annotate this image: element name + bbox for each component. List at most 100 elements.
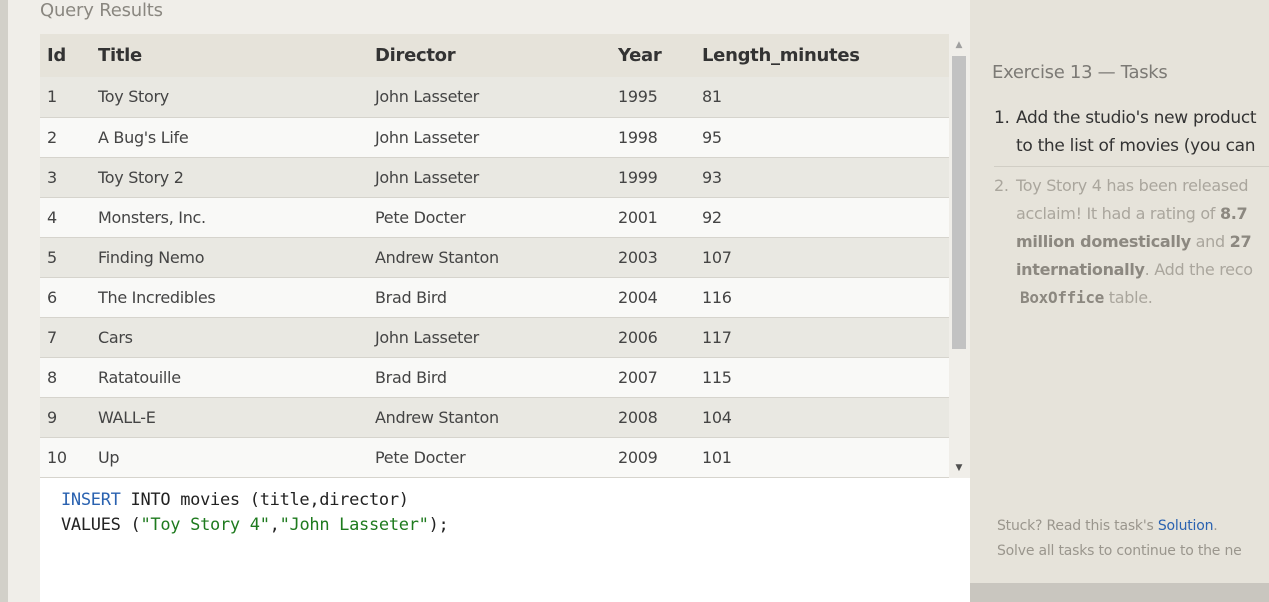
sql-text: );: [428, 515, 449, 535]
solve-all-hint: Solve all tasks to continue to the ne: [997, 543, 1242, 559]
solution-link[interactable]: Solution: [1158, 518, 1214, 534]
task-text: . Add the reco: [1144, 260, 1253, 279]
cell-year: 2004: [618, 287, 658, 307]
task-text-line: BoxOffice table.: [1016, 284, 1269, 312]
cell-director: John Lasseter: [375, 87, 479, 107]
cell-year: 2001: [618, 207, 658, 227]
task-bold-text: 27: [1229, 232, 1252, 251]
table-row: 9 WALL-E Andrew Stanton 2008 104: [40, 397, 949, 437]
task-number: 1.: [994, 108, 1010, 128]
cell-length: 92: [702, 207, 722, 227]
cell-title: Up: [98, 447, 120, 467]
column-header-id: Id: [47, 45, 66, 66]
column-header-year: Year: [618, 45, 662, 66]
cell-title: A Bug's Life: [98, 127, 189, 147]
cell-title: Cars: [98, 327, 133, 347]
exercise-title: Exercise 13 — Tasks: [992, 62, 1168, 83]
cell-director: Brad Bird: [375, 367, 447, 387]
sql-text: VALUES (: [61, 515, 141, 535]
column-header-title: Title: [98, 45, 142, 66]
sql-text: INTO movies (title,director): [120, 490, 410, 510]
cell-director: Pete Docter: [375, 207, 466, 227]
hint-text: Stuck? Read this task's: [997, 518, 1158, 534]
cell-length: 116: [702, 287, 732, 307]
cell-director: Pete Docter: [375, 447, 466, 467]
table-row: 2 A Bug's Life John Lasseter 1998 95: [40, 117, 949, 157]
scrollbar-thumb[interactable]: [952, 56, 966, 349]
code-line-1: INSERT INTO movies (title,director): [61, 490, 409, 510]
bottom-bar: [970, 583, 1269, 602]
task-item-1: 1. Add the studio's new product to the l…: [994, 104, 1269, 160]
cell-director: John Lasseter: [375, 327, 479, 347]
cell-title: Monsters, Inc.: [98, 207, 206, 227]
code-line-2: VALUES ("Toy Story 4","John Lasseter");: [61, 515, 449, 535]
results-table: Id Title Director Year Length_minutes 1 …: [40, 34, 949, 478]
table-row: 6 The Incredibles Brad Bird 2004 116: [40, 277, 949, 317]
task-list: 1. Add the studio's new product to the l…: [994, 104, 1269, 312]
cell-length: 115: [702, 367, 732, 387]
cell-id: 5: [47, 247, 57, 267]
cell-length: 81: [702, 87, 722, 107]
task-bold-text: 8.7: [1219, 204, 1248, 223]
cell-length: 93: [702, 167, 722, 187]
task-panel: Exercise 13 — Tasks 1. Add the studio's …: [970, 34, 1269, 583]
scroll-down-arrow-icon[interactable]: ▼: [949, 458, 969, 478]
cell-length: 117: [702, 327, 732, 347]
sql-string: "John Lasseter": [279, 515, 429, 535]
cell-title: Ratatouille: [98, 367, 181, 387]
table-row: 3 Toy Story 2 John Lasseter 1999 93: [40, 157, 949, 197]
task-text-line: Toy Story 4 has been released: [1016, 176, 1249, 195]
table-row: 5 Finding Nemo Andrew Stanton 2003 107: [40, 237, 949, 277]
table-header-row: Id Title Director Year Length_minutes: [40, 34, 949, 77]
sql-string: "Toy Story 4": [140, 515, 270, 535]
task-text: and: [1190, 232, 1230, 251]
cell-title: The Incredibles: [98, 287, 216, 307]
cell-length: 95: [702, 127, 722, 147]
task-text-line: internationally. Add the reco: [1016, 256, 1269, 284]
cell-length: 101: [702, 447, 732, 467]
left-edge-strip: [0, 0, 8, 602]
sql-editor[interactable]: INSERT INTO movies (title,director) VALU…: [40, 478, 970, 602]
cell-director: Andrew Stanton: [375, 407, 499, 427]
cell-year: 2006: [618, 327, 658, 347]
results-scrollbar[interactable]: ▲ ▼: [949, 34, 969, 478]
table-row: 1 Toy Story John Lasseter 1995 81: [40, 77, 949, 117]
task-code-text: BoxOffice: [1020, 288, 1104, 307]
scroll-up-arrow-icon[interactable]: ▲: [949, 34, 969, 54]
task-bold-text: internationally: [1016, 260, 1145, 279]
table-row: 8 Ratatouille Brad Bird 2007 115: [40, 357, 949, 397]
cell-year: 2007: [618, 367, 658, 387]
cell-year: 2003: [618, 247, 658, 267]
cell-director: John Lasseter: [375, 127, 479, 147]
cell-id: 7: [47, 327, 57, 347]
cell-year: 2008: [618, 407, 658, 427]
cell-year: 1998: [618, 127, 658, 147]
table-row: 4 Monsters, Inc. Pete Docter 2001 92: [40, 197, 949, 237]
task-number: 2.: [994, 176, 1009, 195]
task-item-2: 2. Toy Story 4 has been released acclaim…: [994, 172, 1269, 312]
task-text-line: acclaim! It had a rating of 8.7: [1016, 200, 1269, 228]
cell-director: John Lasseter: [375, 167, 479, 187]
task-text-line: million domestically and 27: [1016, 228, 1269, 256]
cell-id: 3: [47, 167, 57, 187]
cell-year: 2009: [618, 447, 658, 467]
cell-title: Toy Story: [98, 87, 169, 107]
results-table-container[interactable]: Id Title Director Year Length_minutes 1 …: [40, 34, 949, 478]
cell-title: WALL-E: [98, 407, 156, 427]
cell-id: 1: [47, 87, 57, 107]
sql-keyword: INSERT: [61, 490, 121, 510]
cell-id: 8: [47, 367, 57, 387]
cell-title: Toy Story 2: [98, 167, 184, 187]
cell-id: 4: [47, 207, 57, 227]
query-results-title: Query Results: [40, 0, 163, 21]
cell-year: 1999: [618, 167, 658, 187]
cell-id: 6: [47, 287, 57, 307]
cell-title: Finding Nemo: [98, 247, 205, 267]
table-row: 7 Cars John Lasseter 2006 117: [40, 317, 949, 357]
cell-director: Brad Bird: [375, 287, 447, 307]
stuck-hint: Stuck? Read this task's Solution.: [997, 518, 1218, 534]
cell-year: 1995: [618, 87, 658, 107]
cell-length: 104: [702, 407, 732, 427]
hint-text: .: [1213, 518, 1218, 534]
column-header-length: Length_minutes: [702, 45, 860, 66]
